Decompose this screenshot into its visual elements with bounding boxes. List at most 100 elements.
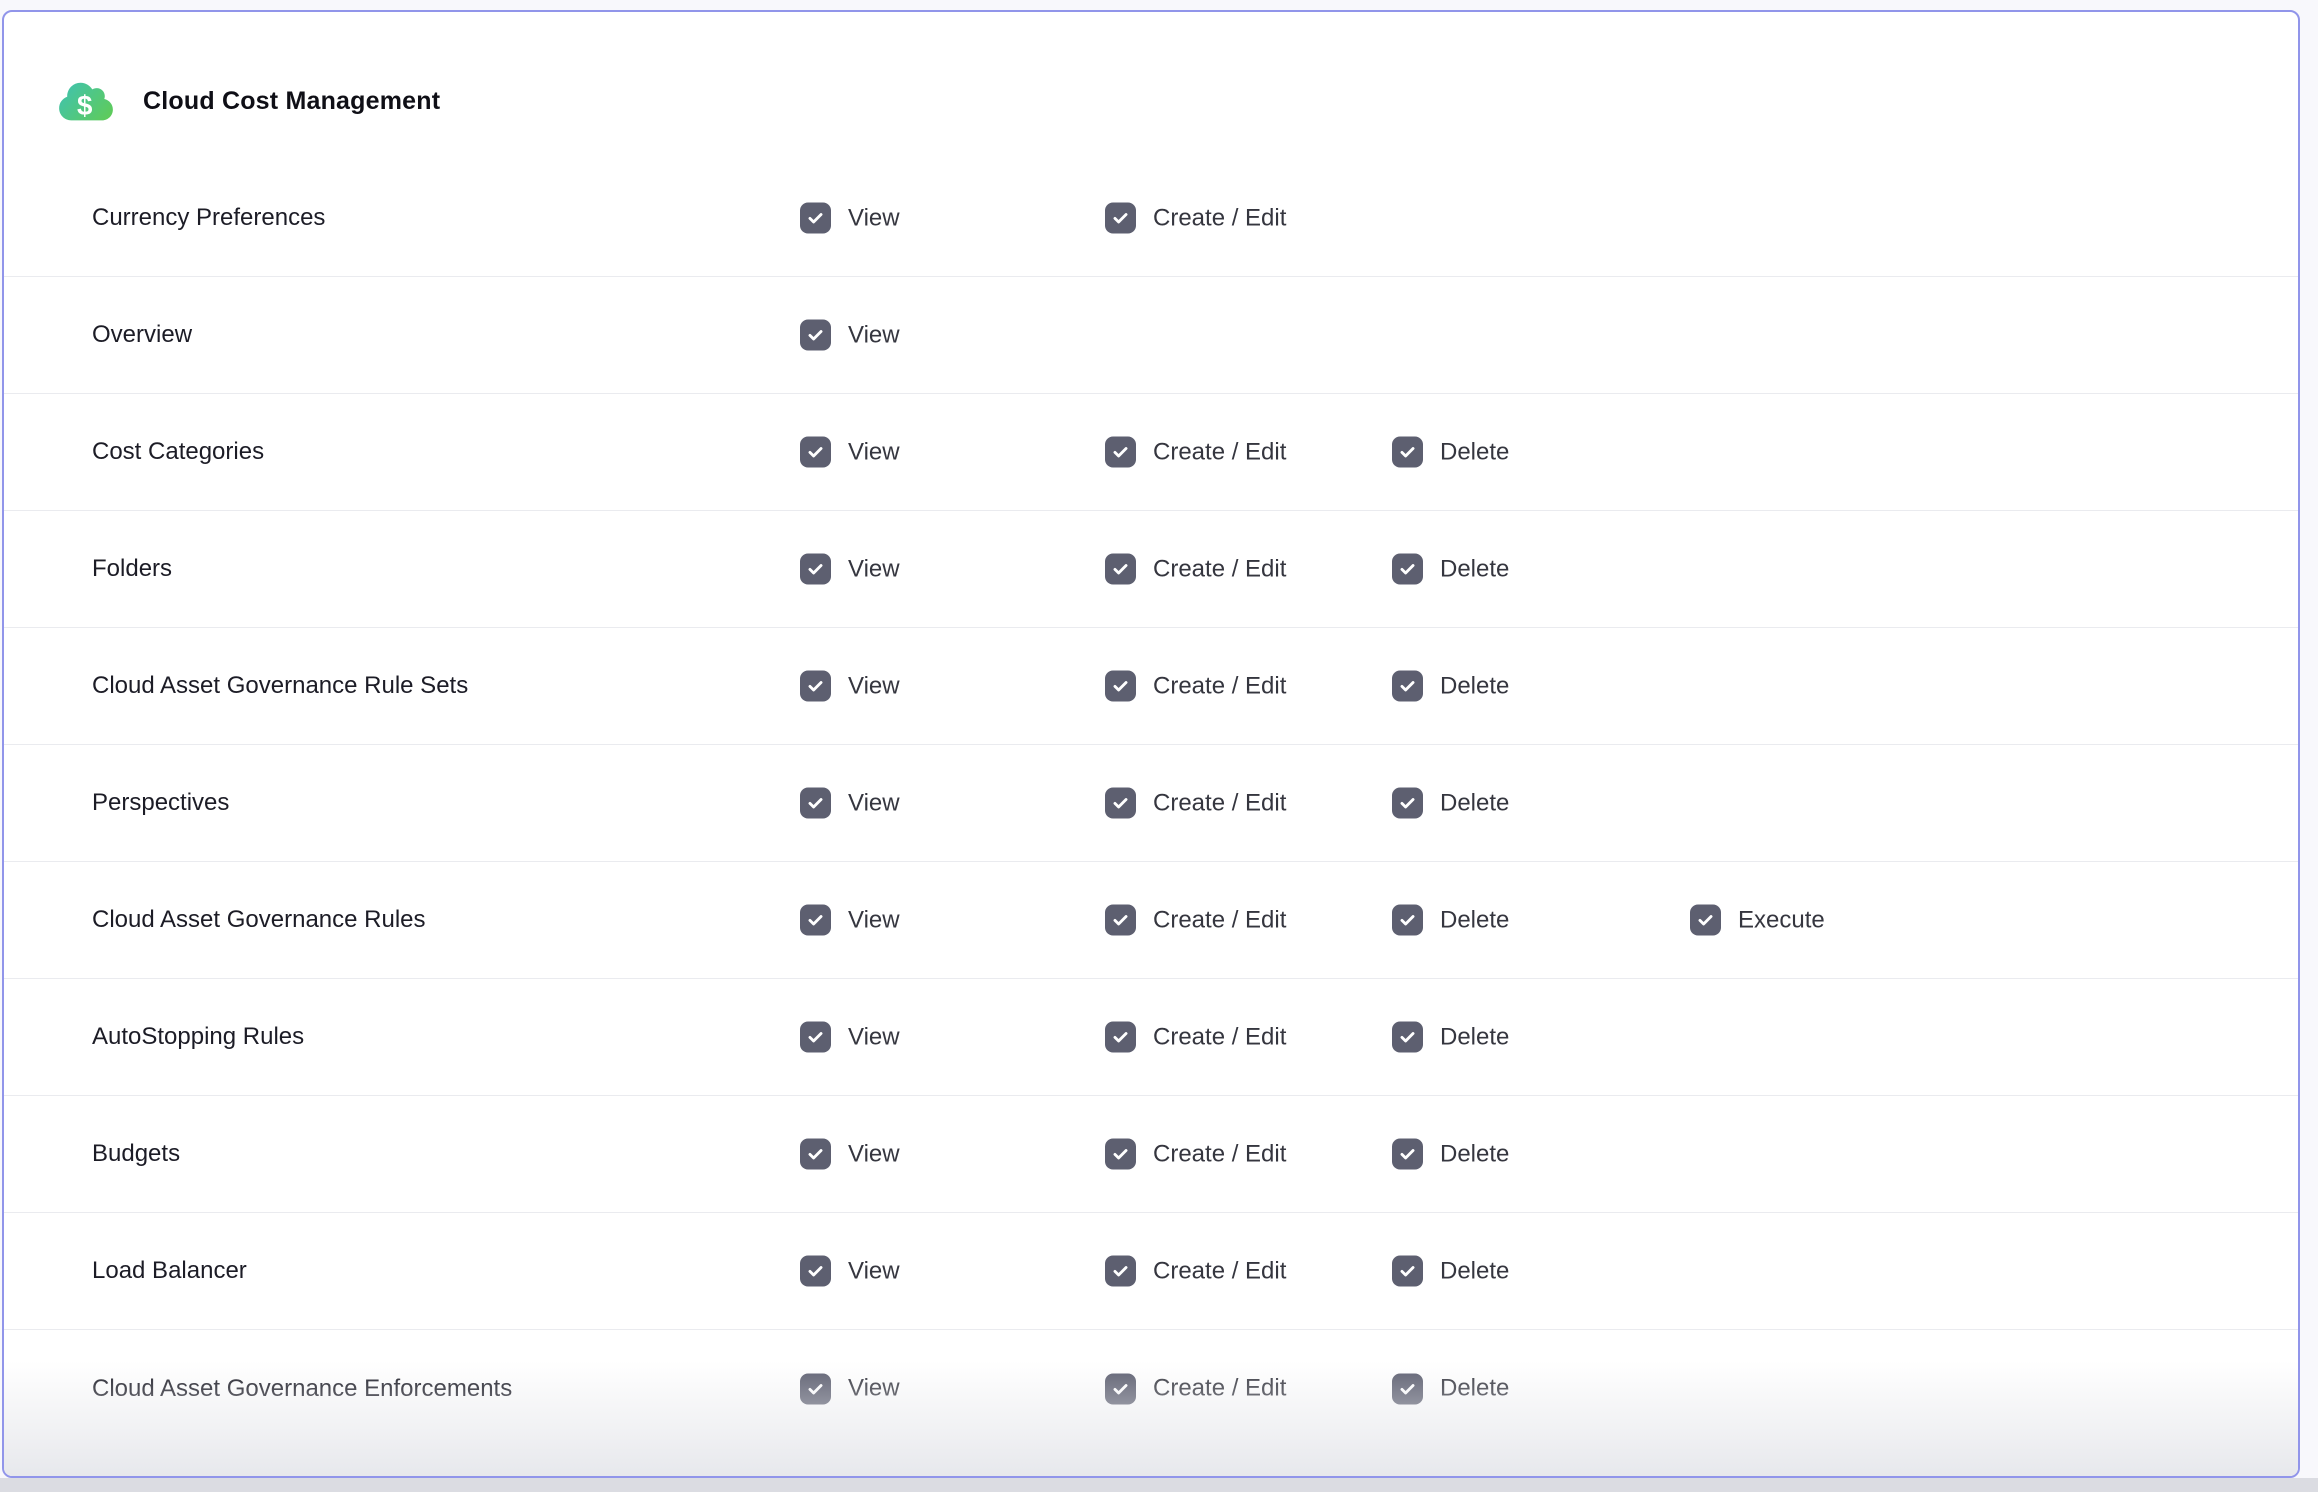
view-checkbox[interactable] [800, 905, 831, 936]
permission-row-label: Overview [92, 321, 192, 349]
view-checkbox[interactable] [800, 1373, 831, 1404]
delete-checkbox[interactable] [1392, 671, 1423, 702]
check-icon [806, 1379, 825, 1398]
check-icon [1398, 911, 1417, 930]
permission-row: Cloud Asset Governance Rule Sets View Cr… [4, 628, 2298, 745]
delete-permission-cell[interactable]: Delete [1392, 1022, 1509, 1053]
permission-label: Delete [1440, 1375, 1509, 1403]
check-icon [1111, 677, 1130, 696]
check-icon [1398, 443, 1417, 462]
create_edit-permission-cell[interactable]: Create / Edit [1105, 671, 1286, 702]
check-icon [806, 209, 825, 228]
view-permission-cell[interactable]: View [800, 320, 900, 351]
view-permission-cell[interactable]: View [800, 1022, 900, 1053]
delete-permission-cell[interactable]: Delete [1392, 1373, 1509, 1404]
create_edit-checkbox[interactable] [1105, 1256, 1136, 1287]
permission-label: Delete [1440, 789, 1509, 817]
delete-checkbox[interactable] [1392, 905, 1423, 936]
delete-checkbox[interactable] [1392, 1022, 1423, 1053]
view-checkbox[interactable] [800, 1139, 831, 1170]
permission-row: Perspectives View Create / Edit Delete [4, 745, 2298, 862]
create_edit-permission-cell[interactable]: Create / Edit [1105, 203, 1286, 234]
permission-label: View [848, 555, 900, 583]
permission-row-label: AutoStopping Rules [92, 1023, 304, 1051]
create_edit-checkbox[interactable] [1105, 905, 1136, 936]
view-permission-cell[interactable]: View [800, 554, 900, 585]
execute-checkbox[interactable] [1690, 905, 1721, 936]
permission-row: Overview View [4, 277, 2298, 394]
delete-checkbox[interactable] [1392, 1256, 1423, 1287]
view-permission-cell[interactable]: View [800, 1256, 900, 1287]
view-checkbox[interactable] [800, 1256, 831, 1287]
create_edit-checkbox[interactable] [1105, 788, 1136, 819]
permission-row: Folders View Create / Edit Delete [4, 511, 2298, 628]
create_edit-permission-cell[interactable]: Create / Edit [1105, 437, 1286, 468]
create_edit-permission-cell[interactable]: Create / Edit [1105, 554, 1286, 585]
delete-checkbox[interactable] [1392, 1139, 1423, 1170]
create_edit-checkbox[interactable] [1105, 437, 1136, 468]
create_edit-checkbox[interactable] [1105, 554, 1136, 585]
delete-permission-cell[interactable]: Delete [1392, 1256, 1509, 1287]
permission-label: Delete [1440, 1257, 1509, 1285]
create_edit-checkbox[interactable] [1105, 1373, 1136, 1404]
check-icon [1398, 1262, 1417, 1281]
view-checkbox[interactable] [800, 320, 831, 351]
create_edit-permission-cell[interactable]: Create / Edit [1105, 1256, 1286, 1287]
create_edit-checkbox[interactable] [1105, 203, 1136, 234]
check-icon [806, 326, 825, 345]
check-icon [806, 677, 825, 696]
permission-row-label: Cost Categories [92, 438, 264, 466]
delete-permission-cell[interactable]: Delete [1392, 437, 1509, 468]
permission-row: Cloud Asset Governance Rules View Create… [4, 862, 2298, 979]
permission-label: Create / Edit [1153, 1375, 1286, 1403]
delete-permission-cell[interactable]: Delete [1392, 788, 1509, 819]
view-permission-cell[interactable]: View [800, 203, 900, 234]
create_edit-checkbox[interactable] [1105, 1139, 1136, 1170]
delete-checkbox[interactable] [1392, 437, 1423, 468]
permission-label: View [848, 204, 900, 232]
permission-label: View [848, 1140, 900, 1168]
view-permission-cell[interactable]: View [800, 437, 900, 468]
permission-row: Cloud Asset Governance Enforcements View… [4, 1330, 2298, 1447]
create_edit-permission-cell[interactable]: Create / Edit [1105, 788, 1286, 819]
permission-label: Create / Edit [1153, 204, 1286, 232]
check-icon [806, 794, 825, 813]
view-permission-cell[interactable]: View [800, 788, 900, 819]
permission-row: Currency Preferences View Create / Edit [4, 160, 2298, 277]
create_edit-checkbox[interactable] [1105, 671, 1136, 702]
permission-label: Delete [1440, 672, 1509, 700]
delete-permission-cell[interactable]: Delete [1392, 671, 1509, 702]
delete-checkbox[interactable] [1392, 1373, 1423, 1404]
create_edit-permission-cell[interactable]: Create / Edit [1105, 1022, 1286, 1053]
check-icon [1696, 911, 1715, 930]
delete-permission-cell[interactable]: Delete [1392, 1139, 1509, 1170]
delete-permission-cell[interactable]: Delete [1392, 905, 1509, 936]
view-checkbox[interactable] [800, 554, 831, 585]
view-checkbox[interactable] [800, 1022, 831, 1053]
view-checkbox[interactable] [800, 203, 831, 234]
view-permission-cell[interactable]: View [800, 1139, 900, 1170]
create_edit-permission-cell[interactable]: Create / Edit [1105, 1139, 1286, 1170]
permission-row-label: Perspectives [92, 789, 229, 817]
permission-label: View [848, 789, 900, 817]
check-icon [806, 911, 825, 930]
view-checkbox[interactable] [800, 671, 831, 702]
check-icon [1398, 677, 1417, 696]
view-permission-cell[interactable]: View [800, 671, 900, 702]
view-permission-cell[interactable]: View [800, 1373, 900, 1404]
delete-checkbox[interactable] [1392, 554, 1423, 585]
permissions-list: Currency Preferences View Create / Edit … [4, 160, 2298, 1447]
execute-permission-cell[interactable]: Execute [1690, 905, 1825, 936]
delete-checkbox[interactable] [1392, 788, 1423, 819]
permission-label: Create / Edit [1153, 906, 1286, 934]
check-icon [1398, 794, 1417, 813]
permission-row-label: Cloud Asset Governance Enforcements [92, 1375, 512, 1403]
view-checkbox[interactable] [800, 437, 831, 468]
create_edit-permission-cell[interactable]: Create / Edit [1105, 905, 1286, 936]
view-checkbox[interactable] [800, 788, 831, 819]
view-permission-cell[interactable]: View [800, 905, 900, 936]
create_edit-checkbox[interactable] [1105, 1022, 1136, 1053]
check-icon [1111, 1028, 1130, 1047]
create_edit-permission-cell[interactable]: Create / Edit [1105, 1373, 1286, 1404]
delete-permission-cell[interactable]: Delete [1392, 554, 1509, 585]
